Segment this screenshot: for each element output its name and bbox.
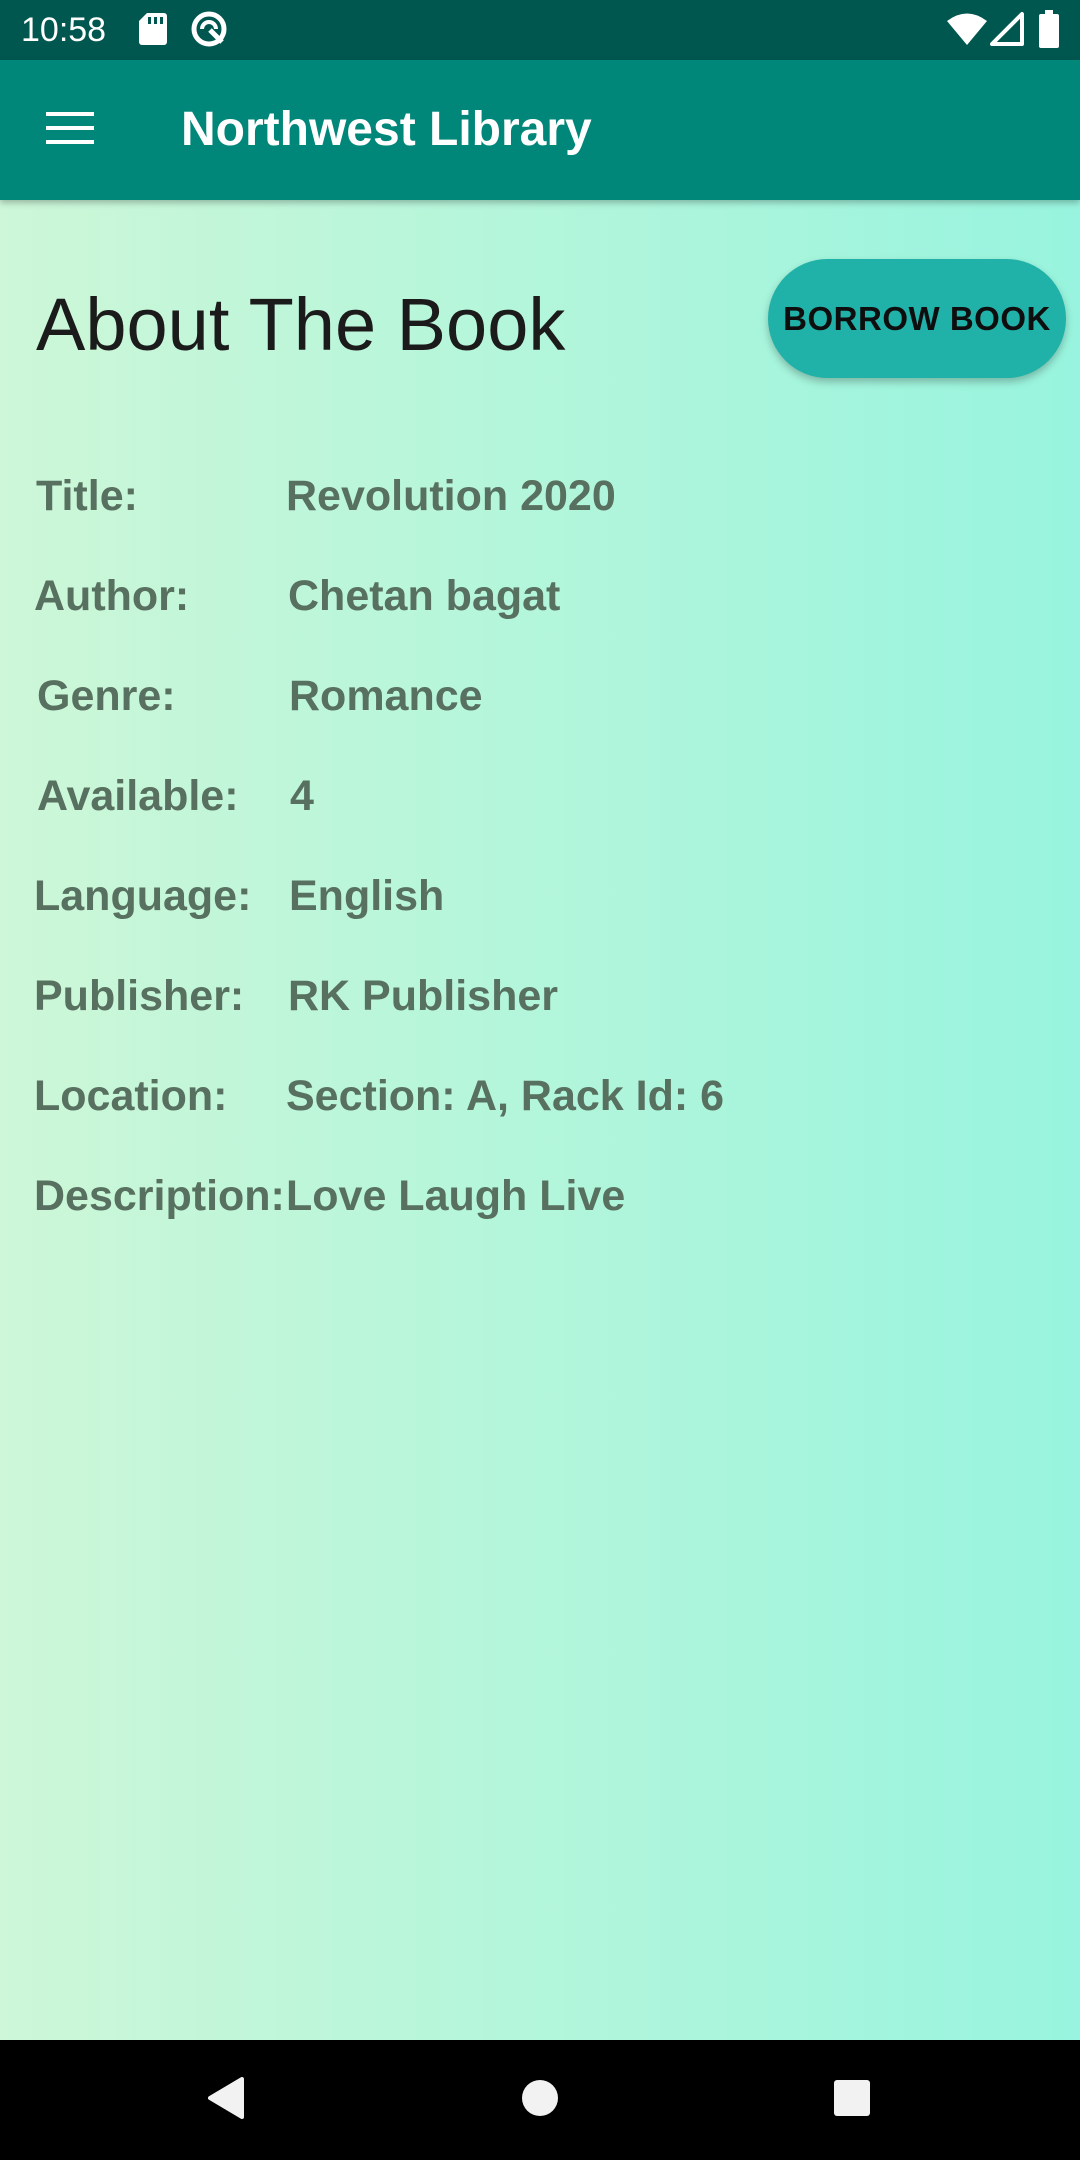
publisher-value: RK Publisher: [288, 972, 558, 1020]
author-value: Chetan bagat: [288, 572, 561, 620]
wifi-icon: [946, 12, 988, 51]
language-value: English: [289, 872, 445, 920]
battery-icon: [1038, 10, 1060, 53]
page-heading: About The Book: [36, 283, 566, 366]
status-bar: 10:58: [0, 0, 1080, 60]
menu-button[interactable]: [30, 95, 110, 165]
app-title: Northwest Library: [181, 103, 592, 156]
available-value: 4: [290, 772, 314, 820]
app-bar: Northwest Library: [0, 60, 1080, 200]
genre-value: Romance: [289, 672, 483, 720]
description-value: Love Laugh Live: [286, 1172, 626, 1220]
borrow-book-button[interactable]: BORROW BOOK: [768, 259, 1066, 378]
status-time: 10:58: [21, 11, 107, 49]
hamburger-menu-icon: [45, 110, 95, 151]
recents-icon: [832, 2078, 872, 2123]
book-details-content: About The Book BORROW BOOK Title: Revolu…: [0, 200, 1080, 2040]
genre-label: Genre:: [37, 672, 176, 720]
publisher-label: Publisher:: [34, 972, 245, 1020]
available-label: Available:: [37, 772, 239, 820]
back-icon: [206, 2076, 246, 2125]
home-button[interactable]: [510, 2070, 570, 2130]
location-value: Section: A, Rack Id: 6: [286, 1072, 725, 1120]
title-value: Revolution 2020: [286, 472, 616, 520]
description-label: Description:: [34, 1172, 285, 1220]
sd-card-icon: [138, 12, 168, 51]
screen: 10:58 Northwest Library About The Book B…: [0, 0, 1080, 2160]
home-icon: [520, 2078, 560, 2123]
location-label: Location:: [34, 1072, 228, 1120]
language-label: Language:: [34, 872, 252, 920]
author-label: Author:: [34, 572, 190, 620]
title-label: Title:: [36, 472, 138, 520]
data-saver-icon: [190, 10, 228, 53]
cell-signal-icon: [990, 12, 1024, 51]
recents-button[interactable]: [822, 2070, 882, 2130]
back-button[interactable]: [196, 2070, 256, 2130]
navigation-bar: [0, 2040, 1080, 2160]
